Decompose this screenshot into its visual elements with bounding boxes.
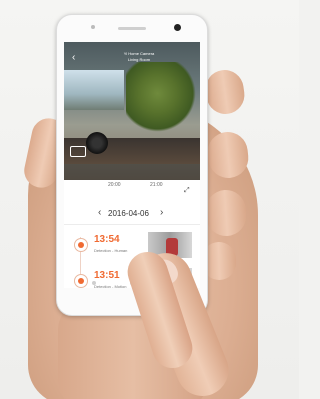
record-icon[interactable] — [70, 146, 86, 157]
finger-right-1 — [203, 67, 247, 117]
sensor-dot — [91, 25, 95, 29]
fullscreen-icon[interactable]: ⤢ — [184, 187, 190, 195]
camera-feed[interactable]: ‹ Yi Home Camera Living Room — [64, 42, 200, 180]
timeline-label-2: 21:00 — [150, 182, 163, 188]
event-type: Detection - Human — [94, 248, 128, 253]
phone-screen: ‹ Yi Home Camera Living Room 20:00 21:00… — [64, 42, 200, 288]
front-camera — [174, 24, 181, 31]
plant — [126, 62, 196, 132]
timeline-label-1: 20:00 — [108, 182, 121, 188]
current-date: 2016-04-06 — [108, 209, 149, 218]
scene: ‹ Yi Home Camera Living Room 20:00 21:00… — [0, 0, 299, 399]
date-navigation: ‹ 2016-04-06 › — [64, 204, 200, 225]
camera-device — [86, 132, 108, 154]
prev-date-button[interactable]: ‹ — [98, 207, 101, 218]
camera-title-block: Yi Home Camera Living Room — [104, 51, 174, 63]
menu-button[interactable] — [92, 281, 96, 285]
next-date-button[interactable]: › — [160, 207, 163, 218]
window-view — [64, 70, 124, 110]
speaker-grille — [118, 27, 146, 30]
back-icon[interactable]: ‹ — [72, 52, 75, 63]
camera-subtitle: Living Room — [127, 57, 151, 62]
playback-timeline[interactable] — [64, 164, 200, 180]
event-time: 13:54 — [94, 234, 120, 245]
person-icon — [74, 238, 88, 252]
